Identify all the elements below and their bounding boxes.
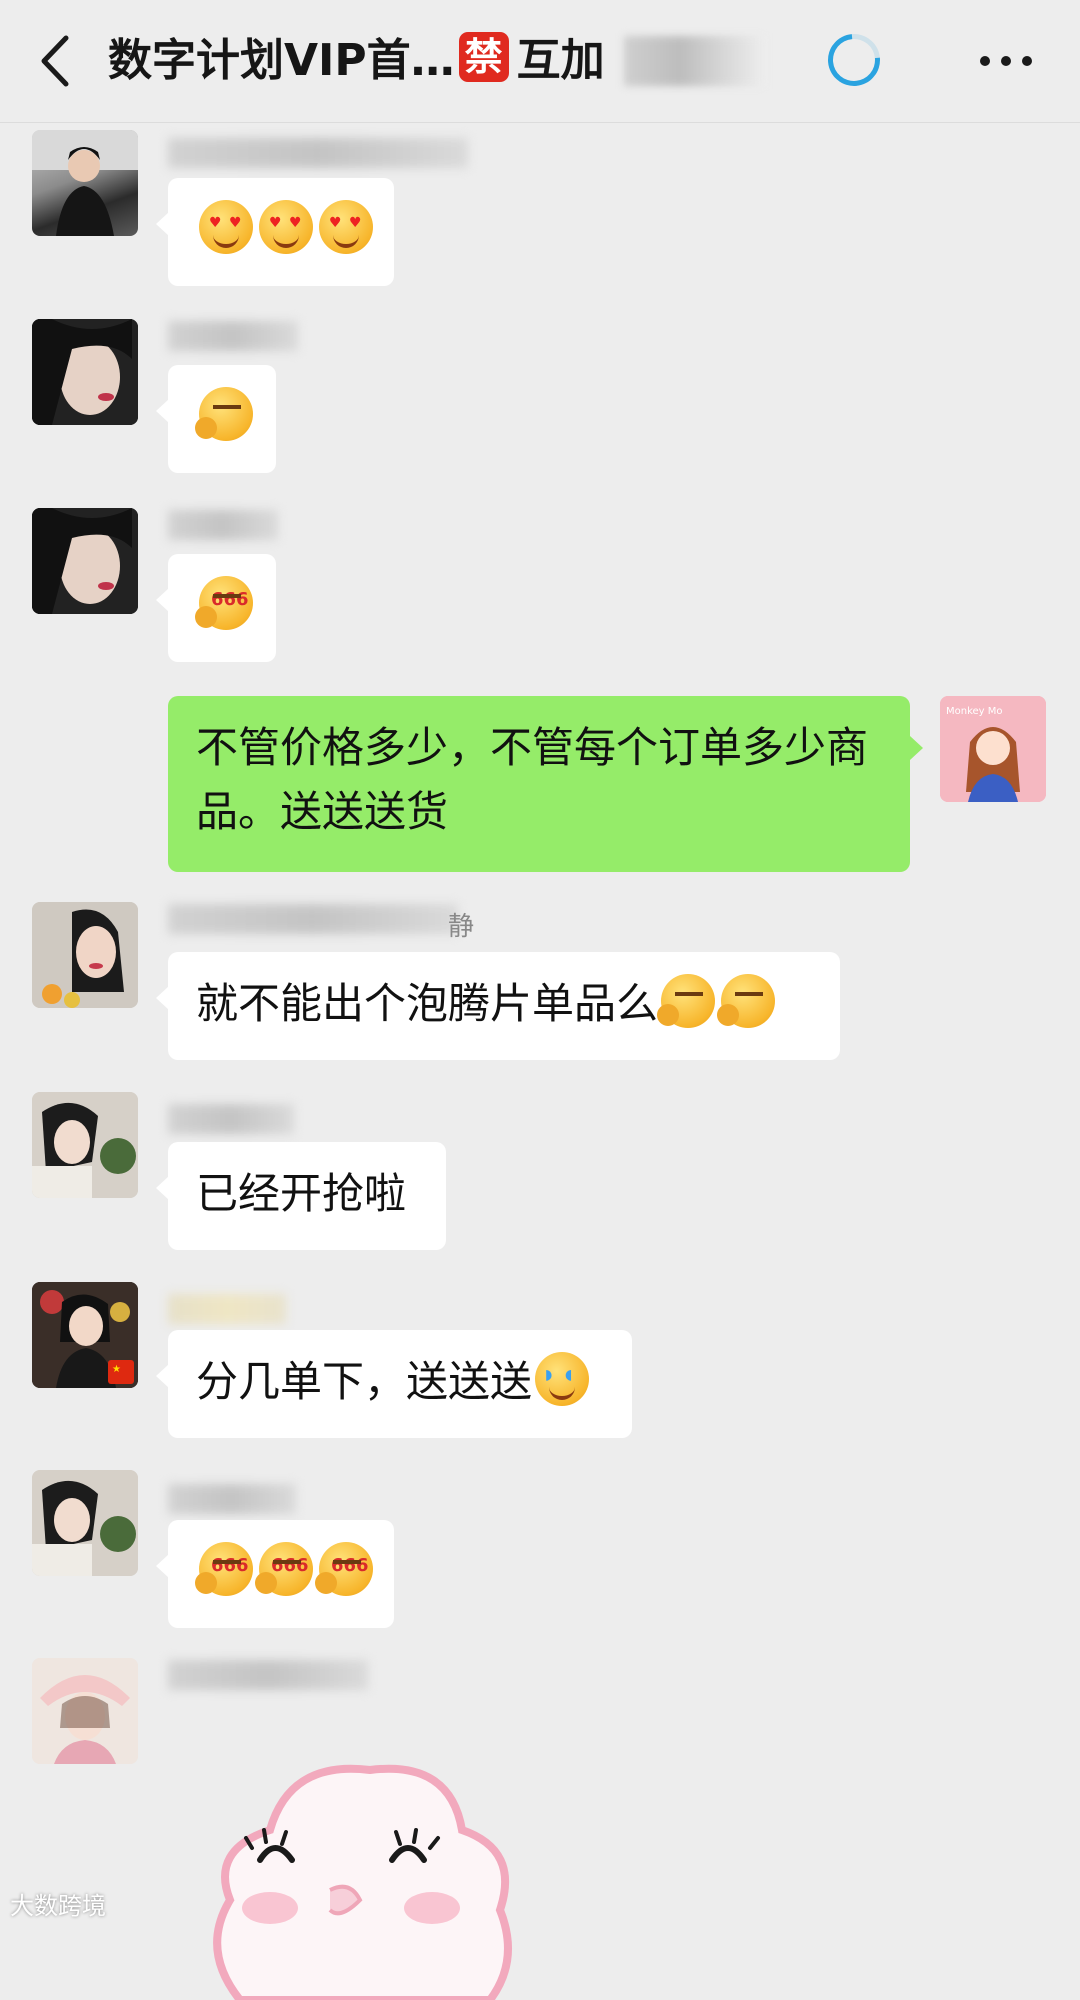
wink-emoji xyxy=(195,387,253,441)
sender-name-blurred xyxy=(168,321,298,351)
message-bubble[interactable]: 666 666 666 xyxy=(156,1520,394,1628)
chat-title-text: 数字计划VIP首… xyxy=(108,35,455,86)
666-emoji: 666 xyxy=(315,1542,373,1596)
message-bubble-self[interactable]: 不管价格多少，不管每个订单多少商品。送送送货 xyxy=(168,696,923,872)
sender-name-blurred xyxy=(168,138,468,168)
message-text: 不管价格多少，不管每个订单多少商品。送送送货 xyxy=(196,723,869,836)
smirk-emoji xyxy=(717,974,776,1028)
chat-title: 数字计划VIP首… 禁互加 xyxy=(108,28,605,94)
666-emoji: 666 xyxy=(195,576,253,630)
message-bubble[interactable] xyxy=(156,365,276,473)
watermark: 大数跨境 xyxy=(10,1892,106,1920)
avatar-person-image xyxy=(32,319,138,425)
avatar[interactable] xyxy=(32,130,138,236)
smirk-emoji xyxy=(657,974,716,1028)
message-text: 分几单下，送送送 xyxy=(196,1357,533,1406)
pink-cloud-sticker[interactable] xyxy=(200,1740,520,2000)
avatar-person-image xyxy=(32,508,138,614)
avatar-person-image xyxy=(32,902,138,1008)
title-blurred-area xyxy=(624,36,764,86)
avatar[interactable] xyxy=(32,1470,138,1576)
more-options-icon[interactable] xyxy=(976,40,1036,80)
avatar[interactable] xyxy=(32,902,138,1008)
message-text: 已经开抢啦 xyxy=(196,1169,407,1218)
tears-of-joy-emoji: ◗ ◖ xyxy=(535,1352,590,1406)
avatar[interactable] xyxy=(32,1658,138,1764)
sender-name-blurred xyxy=(168,1294,286,1324)
message-bubble[interactable]: ♥ ♥ ♥ ♥ ♥ ♥ xyxy=(156,178,394,286)
sender-name-fragment: 静 xyxy=(448,912,475,942)
avatar[interactable]: ★ xyxy=(32,1282,138,1388)
heart-eyes-drool-emoji: ♥ ♥ xyxy=(259,200,313,254)
avatar[interactable] xyxy=(32,508,138,614)
666-emoji: 666 xyxy=(195,1542,253,1596)
avatar-person-image xyxy=(32,130,138,236)
avatar-person-image xyxy=(32,1470,138,1576)
svg-text:Monkey Mo: Monkey Mo xyxy=(946,706,1003,717)
loading-ring-icon xyxy=(817,23,891,97)
avatar-person-image xyxy=(32,1092,138,1198)
chat-header: 数字计划VIP首… 禁互加 xyxy=(0,0,1080,123)
svg-text:★: ★ xyxy=(112,1364,121,1375)
avatar[interactable] xyxy=(32,1092,138,1198)
sender-name-blurred xyxy=(168,904,458,934)
message-bubble[interactable]: 666 xyxy=(156,554,276,662)
ban-badge-icon: 禁 xyxy=(458,32,509,82)
avatar-person-image: ★ xyxy=(32,1282,138,1388)
avatar-person-image xyxy=(32,1658,138,1764)
message-text: 就不能出个泡腾片单品么 xyxy=(196,979,659,1028)
sender-name-blurred xyxy=(168,1104,294,1134)
sender-name-blurred xyxy=(168,1660,368,1690)
sender-name-blurred xyxy=(168,510,278,540)
message-bubble[interactable]: 就不能出个泡腾片单品么 xyxy=(156,952,840,1060)
avatar-self[interactable]: Monkey Mo xyxy=(940,696,1046,802)
message-bubble[interactable]: 分几单下，送送送 ◗ ◖ xyxy=(156,1330,632,1438)
heart-eyes-drool-emoji: ♥ ♥ xyxy=(319,200,373,254)
message-bubble[interactable]: 已经开抢啦 xyxy=(156,1142,446,1250)
heart-eyes-drool-emoji: ♥ ♥ xyxy=(199,200,253,254)
avatar[interactable] xyxy=(32,319,138,425)
avatar-cartoon-girl-image: Monkey Mo xyxy=(940,696,1046,802)
back-arrow-icon[interactable] xyxy=(32,26,82,96)
chat-title-suffix: 互加 xyxy=(516,35,605,86)
666-emoji: 666 xyxy=(255,1542,313,1596)
sender-name-blurred xyxy=(168,1484,296,1514)
